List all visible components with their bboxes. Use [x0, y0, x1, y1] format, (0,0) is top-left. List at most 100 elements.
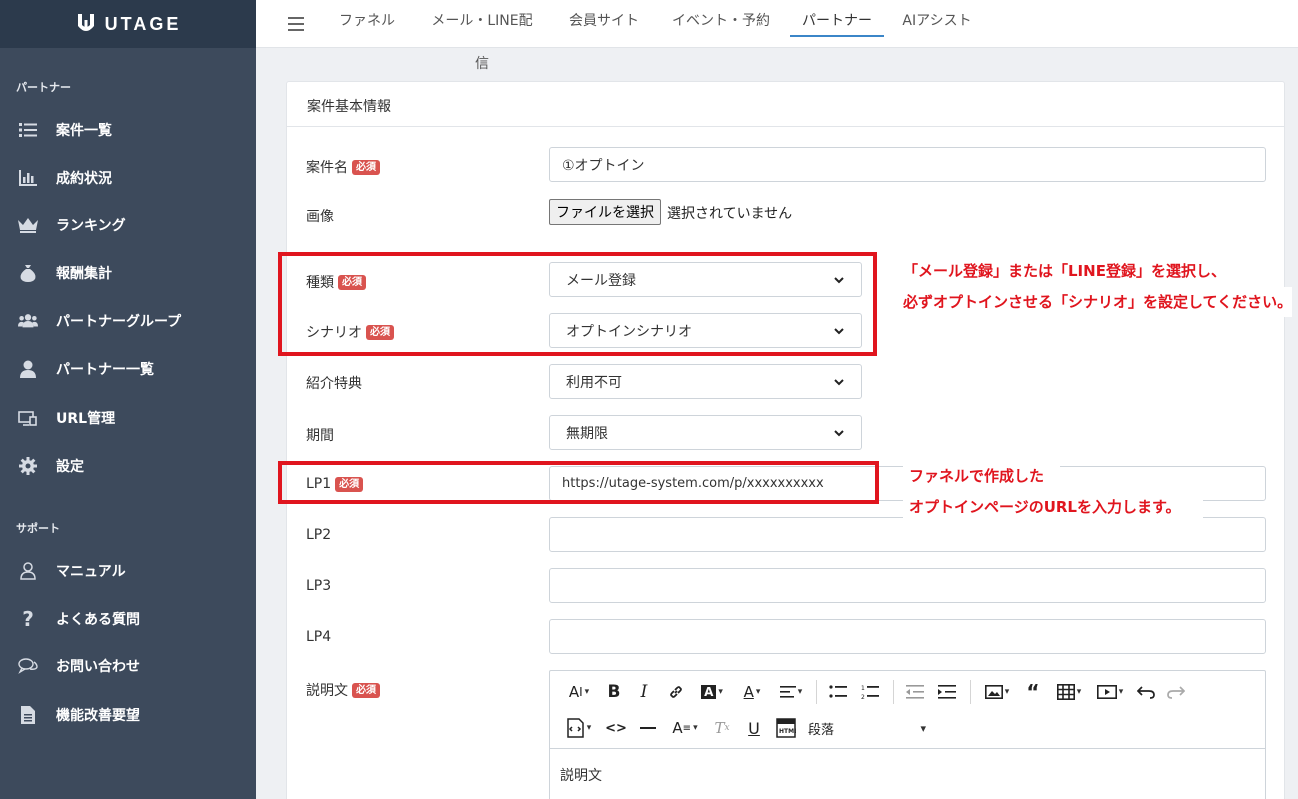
annotation-note-lp-line2: オプトインページのURLを入力します。	[903, 492, 1203, 522]
logo[interactable]: UTAGE	[0, 0, 256, 48]
tab-partner[interactable]: パートナー	[790, 0, 884, 37]
sidebar-item-feature-request[interactable]: 機能改善要望	[0, 695, 256, 735]
paragraph-format-value: 段落	[808, 722, 835, 738]
sidebar-item-label: 機能改善要望	[56, 708, 140, 724]
utage-logo-icon	[77, 14, 94, 31]
svg-text:2: 2	[861, 694, 865, 700]
table-icon[interactable]: ▾	[1049, 678, 1089, 706]
image-label: 画像	[306, 209, 334, 225]
hamburger-menu-icon[interactable]	[288, 17, 304, 31]
money-bag-icon	[18, 263, 38, 283]
paragraph-format-select[interactable]: 段落 ▾	[802, 714, 932, 742]
bonus-select[interactable]: 利用不可	[549, 364, 862, 399]
crown-icon	[18, 215, 38, 235]
question-icon: ?	[22, 607, 34, 631]
italic-icon[interactable]: I	[628, 678, 660, 706]
sidebar-section-partner: パートナー	[16, 81, 71, 94]
tab-member-site[interactable]: 会員サイト	[569, 0, 639, 48]
rich-text-editor[interactable]: A I ▾ B I A ▾ A ▾ ▾ 12 ▾ “ ▾ ▾ ▾ <> A ≡ …	[549, 670, 1266, 799]
align-icon[interactable]: ▾	[772, 678, 810, 706]
sidebar-item-label: パートナーグループ	[56, 314, 182, 330]
sidebar-item-projects[interactable]: 案件一覧	[0, 110, 256, 150]
bar-chart-icon	[18, 168, 38, 188]
blockquote-icon[interactable]: “	[1017, 678, 1049, 706]
text-style-icon[interactable]: A ≡ ▾	[664, 714, 706, 742]
lp3-input[interactable]	[549, 568, 1266, 603]
required-badge: 必須	[352, 159, 380, 175]
sidebar-item-label: 案件一覧	[56, 123, 112, 139]
tab-ai-assist[interactable]: AIアシスト	[902, 0, 972, 48]
users-icon	[18, 311, 38, 331]
annotation-note-type-line2: 必ずオプトインさせる「シナリオ」を設定してください。	[903, 287, 1293, 317]
tab-event-booking[interactable]: イベント・予約	[671, 0, 771, 48]
period-select[interactable]: 無期限	[549, 415, 862, 450]
sidebar-item-label: 成約状況	[56, 171, 112, 187]
sidebar-item-url-management[interactable]: URL管理	[0, 398, 256, 438]
chevron-down-icon	[834, 429, 844, 436]
description-label: 説明文 必須	[306, 680, 380, 700]
sidebar-item-ranking[interactable]: ランキング	[0, 205, 256, 245]
svg-text:1: 1	[861, 685, 865, 692]
font-size-icon[interactable]: A I ▾	[558, 678, 600, 706]
text-color-icon[interactable]: A ▾	[732, 678, 772, 706]
lp4-input[interactable]	[549, 619, 1266, 654]
file-status-text: 選択されていません	[667, 206, 793, 222]
sidebar-item-manual[interactable]: マニュアル	[0, 551, 256, 591]
sidebar-item-label: パートナー一覧	[56, 362, 154, 378]
annotation-note-type-line1: 「メール登録」または「LINE登録」を選択し、	[903, 256, 1226, 286]
sidebar-item-rewards[interactable]: 報酬集計	[0, 253, 256, 293]
bullet-list-icon[interactable]	[823, 678, 853, 706]
code-icon[interactable]: <>	[600, 714, 632, 742]
list-icon	[18, 120, 38, 140]
underline-icon[interactable]: U	[738, 714, 770, 742]
sidebar-item-label: 設定	[56, 459, 84, 475]
bonus-label: 紹介特典	[306, 376, 362, 392]
horizontal-line-icon[interactable]	[632, 714, 664, 742]
sidebar-item-contracts[interactable]: 成約状況	[0, 158, 256, 198]
chevron-down-icon	[834, 378, 844, 385]
choose-file-button[interactable]: ファイルを選択	[549, 199, 661, 225]
clear-format-icon[interactable]: Tx	[706, 714, 738, 742]
sidebar-item-label: URL管理	[56, 411, 116, 427]
chat-icon	[18, 656, 38, 676]
lp4-label: LP4	[306, 629, 332, 645]
outdent-icon[interactable]	[900, 678, 930, 706]
sidebar-item-contact[interactable]: お問い合わせ	[0, 646, 256, 686]
link-icon[interactable]	[660, 678, 692, 706]
sidebar-item-label: ランキング	[56, 218, 126, 234]
lp3-label: LP3	[306, 578, 332, 594]
name-input[interactable]: ①オプトイン	[549, 147, 1266, 182]
sidebar: UTAGE パートナー 案件一覧 成約状況 ランキング 報酬集計 パートナーグル…	[0, 0, 256, 799]
video-icon[interactable]: ▾	[1089, 678, 1131, 706]
tab-mail-line[interactable]: メール・LINE配信	[426, 0, 538, 72]
undo-icon[interactable]	[1131, 678, 1161, 706]
sidebar-item-partner-list[interactable]: パートナー一覧	[0, 349, 256, 389]
redo-icon[interactable]	[1161, 678, 1191, 706]
name-label: 案件名 必須	[306, 157, 380, 177]
gear-icon	[18, 456, 38, 476]
bold-icon[interactable]: B	[600, 678, 628, 706]
image-icon[interactable]: ▾	[977, 678, 1017, 706]
sidebar-item-faq[interactable]: ? よくある質問	[0, 599, 256, 639]
lp2-input[interactable]	[549, 517, 1266, 552]
link-monitor-icon	[18, 408, 38, 428]
person-outline-icon	[18, 561, 38, 581]
sidebar-item-partner-groups[interactable]: パートナーグループ	[0, 301, 256, 341]
sidebar-item-label: お問い合わせ	[56, 659, 140, 675]
tab-funnel[interactable]: ファネル	[338, 0, 396, 48]
indent-icon[interactable]	[930, 678, 964, 706]
editor-toolbar-row-2: ▾ <> A≡▾ Tx U HTML 段落 ▾	[550, 709, 1265, 747]
annotation-box-type-scenario	[278, 252, 877, 356]
editor-content[interactable]: 説明文	[550, 748, 1265, 799]
html-icon[interactable]: HTML	[770, 714, 802, 742]
source-code-file-icon[interactable]: ▾	[558, 714, 600, 742]
document-icon	[18, 705, 38, 725]
period-select-value: 無期限	[566, 425, 608, 442]
period-label: 期間	[306, 428, 334, 444]
highlight-color-icon[interactable]: A ▾	[692, 678, 732, 706]
sidebar-item-label: 報酬集計	[56, 266, 112, 282]
numbered-list-icon[interactable]: 12	[853, 678, 887, 706]
sidebar-item-settings[interactable]: 設定	[0, 446, 256, 486]
editor-toolbar-row-1: A I ▾ B I A ▾ A ▾ ▾ 12 ▾ “ ▾ ▾	[550, 673, 1265, 711]
sidebar-section-support: サポート	[16, 522, 60, 535]
